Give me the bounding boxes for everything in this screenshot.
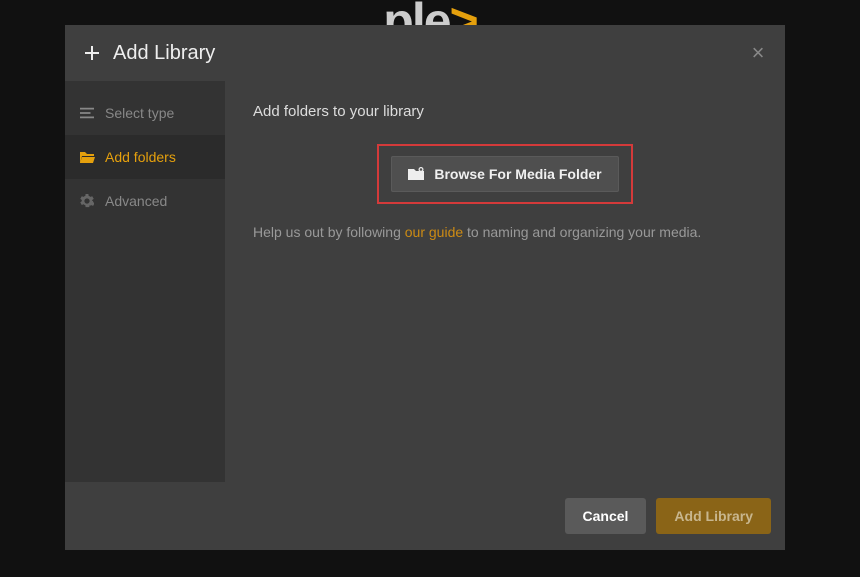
modal-title: Add Library [113,42,215,65]
help-suffix: to naming and organizing your media. [463,224,701,240]
folder-open-icon [79,149,95,165]
content-pane: Add folders to your library Browse For M… [225,81,785,482]
close-button[interactable]: × [743,38,773,68]
modal-footer: Cancel Add Library [65,482,785,550]
sidebar-item-label: Select type [105,105,174,121]
sidebar-item-label: Advanced [105,193,167,209]
list-icon [79,105,95,121]
plus-icon [83,44,101,62]
sidebar: Select type Add folders Advanced [65,81,225,482]
highlight-box: Browse For Media Folder [377,144,633,204]
gear-icon [79,193,95,209]
add-library-modal: Add Library × Select type Add folders [65,25,785,550]
content-heading: Add folders to your library [253,103,757,120]
sidebar-item-select-type[interactable]: Select type [65,91,225,135]
modal-header: Add Library × [65,25,785,81]
cancel-button[interactable]: Cancel [565,498,647,534]
browse-button-label: Browse For Media Folder [434,166,601,182]
modal-body: Select type Add folders Advanced Add fol… [65,81,785,482]
help-guide-link[interactable]: our guide [405,224,463,240]
sidebar-item-label: Add folders [105,149,176,165]
sidebar-item-add-folders[interactable]: Add folders [65,135,225,179]
folder-plus-icon [408,167,424,181]
add-library-button[interactable]: Add Library [656,498,771,534]
close-icon: × [752,40,765,66]
browse-for-media-folder-button[interactable]: Browse For Media Folder [391,156,618,192]
help-text: Help us out by following our guide to na… [253,224,757,240]
sidebar-item-advanced[interactable]: Advanced [65,179,225,223]
help-prefix: Help us out by following [253,224,405,240]
